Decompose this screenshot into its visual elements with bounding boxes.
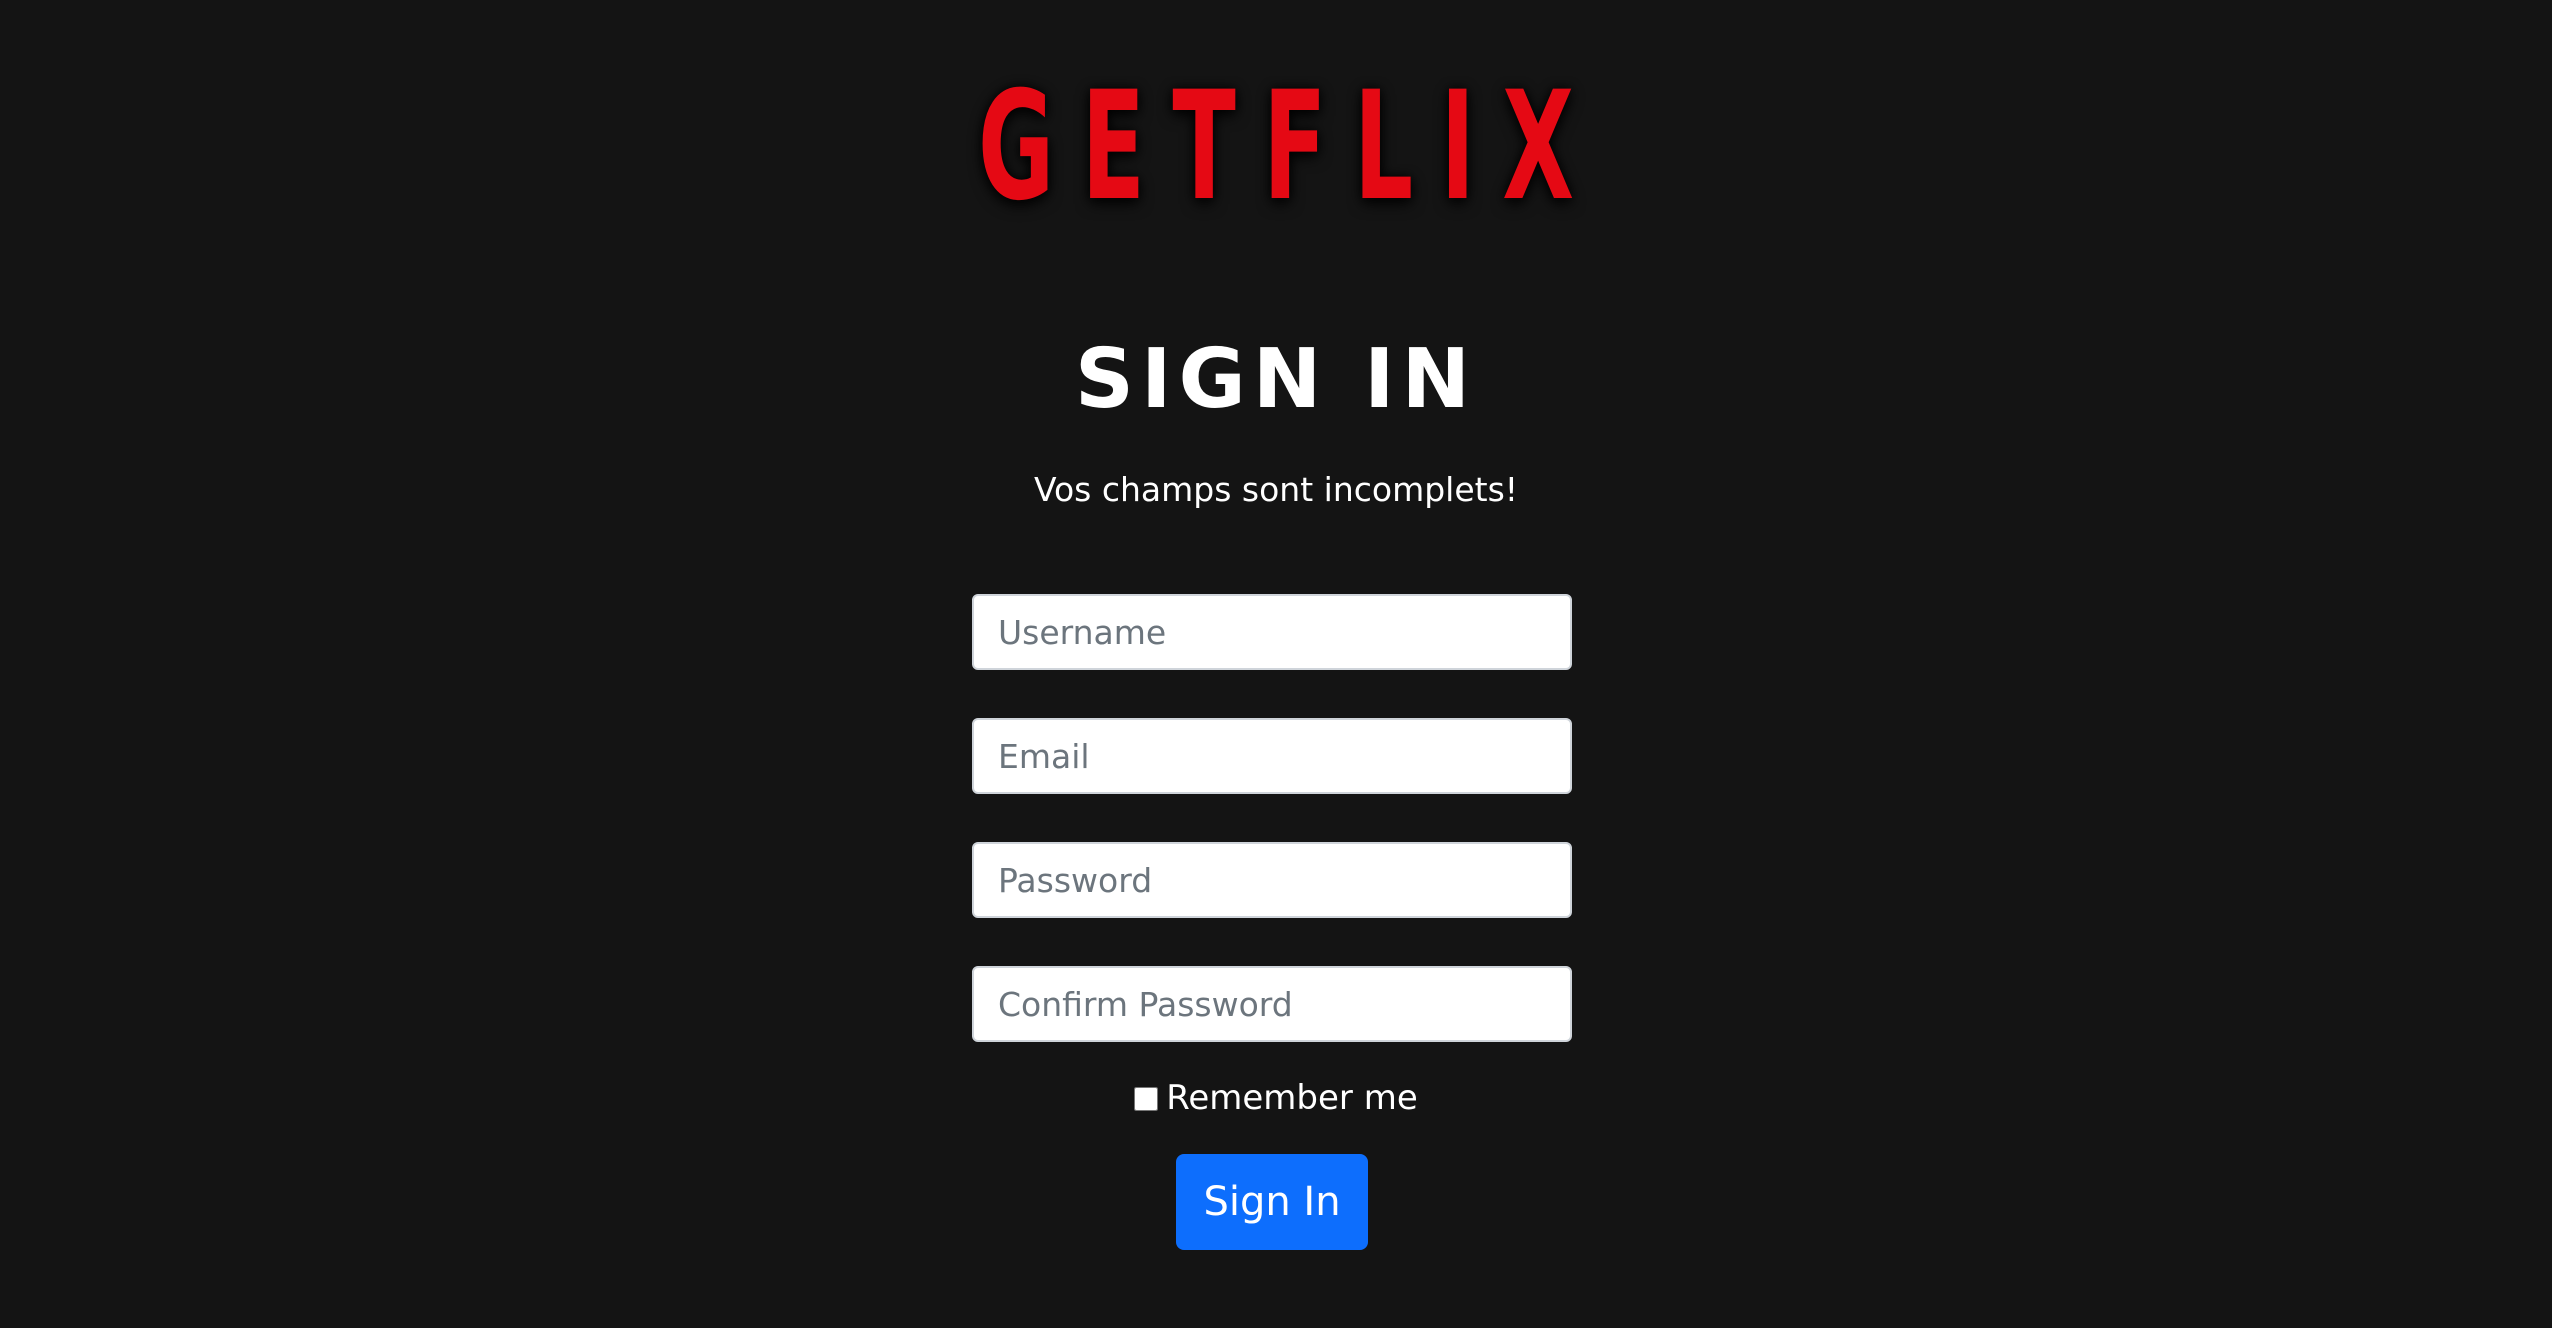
password-input[interactable]: [972, 842, 1572, 918]
remember-me-label: Remember me: [1166, 1078, 1418, 1118]
remember-me-checkbox[interactable]: [1134, 1087, 1159, 1111]
email-input[interactable]: [972, 718, 1572, 794]
remember-me-control[interactable]: Remember me: [0, 1072, 2552, 1124]
sign-in-page: GETFLIX SIGN IN Vos champs sont incomple…: [0, 0, 2552, 1328]
confirm-password-input[interactable]: [972, 966, 1572, 1042]
page-title: SIGN IN: [1074, 332, 1478, 427]
username-input[interactable]: [972, 594, 1572, 670]
sign-in-button[interactable]: Sign In: [1176, 1154, 1368, 1250]
getflix-logo: GETFLIX: [977, 60, 1602, 234]
validation-message: Vos champs sont incomplets!: [1033, 470, 1518, 509]
